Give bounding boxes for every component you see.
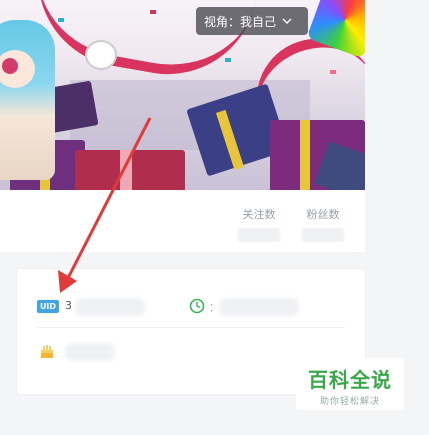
stat-value-blurred — [302, 228, 344, 242]
confetti — [150, 10, 156, 14]
chevron-down-icon — [282, 18, 292, 24]
anime-character — [0, 20, 55, 180]
character-eye — [2, 58, 18, 74]
uid-row: UID 3 ： — [37, 298, 347, 322]
uid-badge: UID — [37, 300, 59, 313]
uid-blurred — [75, 298, 145, 316]
watermark-logo: 百科全说 助你轻松解决 — [296, 358, 404, 410]
stat-followers[interactable]: 粉丝数 — [302, 206, 344, 242]
view-as-dropdown[interactable]: 视角：我自己 — [196, 7, 308, 35]
mascot-icon — [85, 40, 117, 70]
gift-ribbon — [300, 120, 310, 190]
confetti — [58, 18, 64, 22]
uid-value: 3 — [65, 299, 72, 312]
birthday-cake-icon — [41, 345, 53, 358]
stat-following[interactable]: 关注数 — [238, 206, 280, 242]
gift-ribbon — [120, 150, 132, 190]
join-time-blurred — [219, 298, 299, 316]
clock-icon — [189, 298, 205, 314]
profile-header-bar: 关注数 粉丝数 — [0, 190, 365, 252]
confetti — [330, 70, 336, 74]
view-as-label: 视角：我自己 — [204, 14, 277, 29]
stat-label: 粉丝数 — [306, 208, 340, 221]
follow-stats: 关注数 粉丝数 — [238, 206, 344, 242]
confetti — [225, 58, 231, 62]
stat-label: 关注数 — [242, 208, 276, 221]
watermark-title: 百科全说 — [308, 368, 392, 392]
stat-value-blurred — [238, 228, 280, 242]
divider — [37, 327, 345, 328]
profile-banner: 视角：我自己 — [0, 0, 365, 190]
watermark-subtitle: 助你轻松解决 — [319, 397, 380, 407]
birthday-blurred — [65, 343, 115, 361]
